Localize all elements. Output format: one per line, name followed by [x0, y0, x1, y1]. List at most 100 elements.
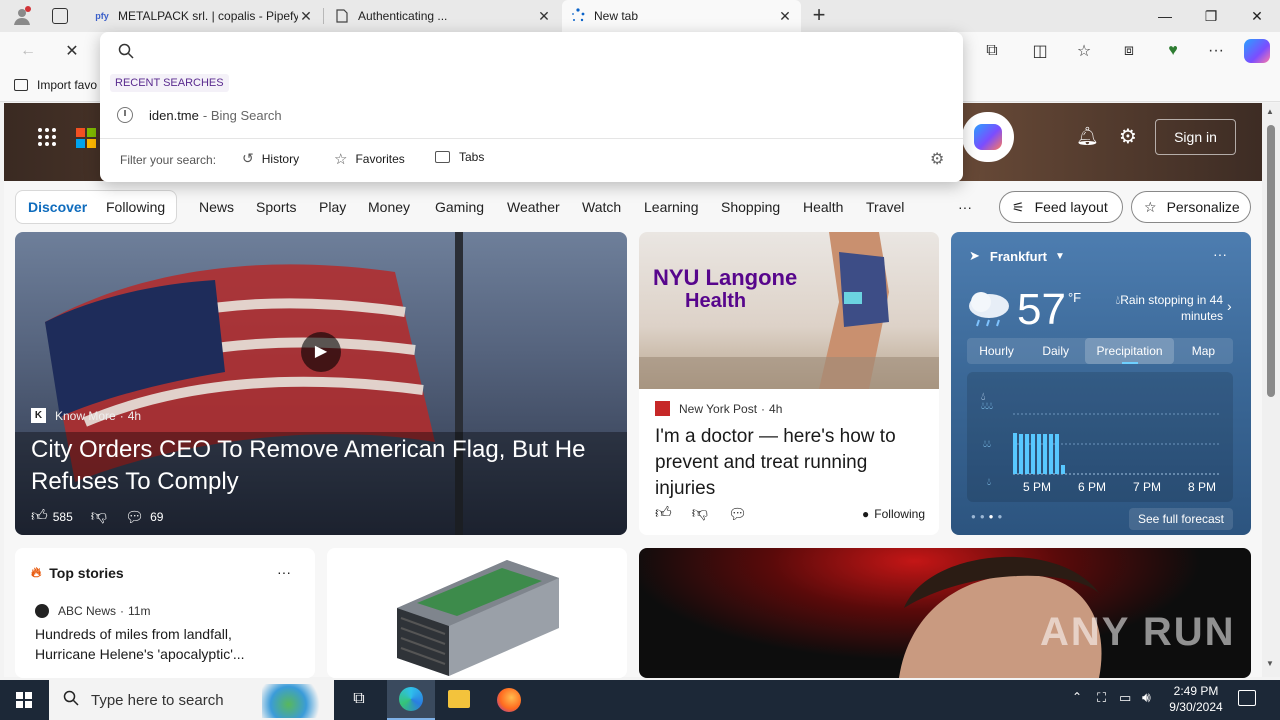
hero-headline[interactable]: City Orders CEO To Remove American Flag,…	[31, 434, 611, 498]
nav-money[interactable]: Money	[368, 191, 410, 223]
sign-in-button[interactable]: Sign in	[1155, 119, 1236, 155]
tab-pipefy[interactable]: pfy METALPACK srl. | copalis - Pipefy ✕	[86, 0, 322, 32]
nav-news[interactable]: News	[199, 191, 234, 223]
more-options-icon[interactable]: ···	[1204, 40, 1228, 62]
volume-icon[interactable]: 🔊︎	[1142, 689, 1151, 706]
copilot-icon[interactable]	[1244, 39, 1270, 63]
close-tab-icon[interactable]: ✕	[777, 8, 793, 25]
tab-new-tab[interactable]: New tab ✕	[562, 0, 801, 32]
nav-sports[interactable]: Sports	[256, 191, 296, 223]
nav-gaming[interactable]: Gaming	[435, 191, 484, 223]
like-icon[interactable]: 👍︎	[31, 507, 48, 526]
see-full-forecast-button[interactable]: See full forecast	[1129, 508, 1233, 530]
start-button[interactable]	[0, 680, 48, 720]
weather-tab-hourly[interactable]: Hourly	[967, 338, 1026, 364]
hero-story-card[interactable]: ▶ K Know More · 4h City Orders CEO To Re…	[15, 232, 627, 535]
network-icon[interactable]: ⛶	[1097, 690, 1106, 706]
play-button[interactable]: ▶	[301, 332, 341, 372]
story-card[interactable]: NYU Langone Health New York Post · 4h I'…	[639, 232, 939, 535]
scrollbar-thumb[interactable]	[1267, 125, 1275, 397]
tab-title: Authenticating ...	[358, 9, 448, 23]
show-hidden-icons[interactable]: ⌃	[1072, 690, 1082, 704]
nav-shopping[interactable]: Shopping	[721, 191, 780, 223]
dislike-icon[interactable]: 👎︎	[91, 507, 107, 526]
copilot-button[interactable]	[962, 112, 1014, 162]
extensions-icon[interactable]: ⧉	[980, 40, 1004, 62]
file-explorer-icon[interactable]	[448, 690, 470, 708]
back-icon[interactable]: ←	[16, 40, 40, 62]
settings-gear-icon[interactable]: ⚙	[930, 149, 944, 169]
dislike-icon[interactable]: 👎︎	[692, 504, 708, 523]
minimize-button[interactable]: —	[1142, 0, 1188, 32]
recent-query: iden.tme	[149, 107, 199, 123]
nav-play[interactable]: Play	[319, 191, 346, 223]
nav-learning[interactable]: Learning	[644, 191, 699, 223]
wifi-icon[interactable]: ▭	[1119, 690, 1131, 706]
comment-icon[interactable]: 💬︎	[728, 505, 747, 523]
app-launcher-icon[interactable]	[38, 128, 56, 146]
taskbar-search-box[interactable]: Type here to search	[49, 680, 334, 720]
edge-taskbar-icon[interactable]	[387, 680, 435, 720]
performance-icon[interactable]: ♥	[1161, 40, 1185, 62]
recent-search-item[interactable]: iden.tme - Bing Search	[100, 100, 963, 130]
scroll-down-icon[interactable]: ▼	[1266, 659, 1274, 668]
weather-card[interactable]: ➤ Frankfurt ▼ ··· 57 °F 💧︎Rain stopping …	[951, 232, 1251, 535]
history-clock-icon	[117, 107, 133, 123]
weather-tab-daily[interactable]: Daily	[1026, 338, 1085, 364]
chevron-right-icon[interactable]: ›	[1227, 298, 1232, 314]
stop-loading-icon[interactable]: ✕	[60, 40, 84, 62]
nav-travel[interactable]: Travel	[866, 191, 904, 223]
split-screen-icon[interactable]: ◫	[1028, 40, 1052, 62]
nav-more-button[interactable]: ···	[958, 191, 972, 223]
favorites-star-icon[interactable]: ☆	[1072, 40, 1096, 62]
tab-actions-icon[interactable]	[52, 8, 68, 24]
import-favorites-link[interactable]: Import favo	[14, 78, 97, 92]
filter-tabs-button[interactable]: Tabs	[435, 150, 484, 164]
weather-more-button[interactable]: ···	[1213, 246, 1227, 262]
new-tab-button[interactable]: +	[808, 2, 830, 28]
chevron-down-icon[interactable]: ▼	[1055, 251, 1065, 262]
tab-authenticating[interactable]: Authenticating ... ✕	[326, 0, 560, 32]
close-tab-icon[interactable]: ✕	[298, 8, 314, 25]
scroll-up-icon[interactable]: ▲	[1266, 107, 1274, 116]
profile-avatar-icon[interactable]	[12, 6, 32, 26]
story-headline[interactable]: I'm a doctor — here's how to prevent and…	[655, 424, 930, 502]
precipitation-chart: 💧︎ 💧︎💧︎💧︎ 💧︎💧︎ 💧︎ 5 PM 6 PM 7 PM 8 PM	[967, 372, 1233, 502]
settings-gear-icon[interactable]: ⚙	[1116, 124, 1140, 148]
address-input[interactable]	[144, 38, 944, 64]
collections-icon[interactable]: ⧈	[1117, 40, 1141, 62]
tab-following[interactable]: Following	[106, 191, 165, 223]
filter-favorites-button[interactable]: ☆ Favorites	[334, 150, 405, 168]
pipefy-favicon-icon: pfy	[95, 11, 109, 21]
nav-health[interactable]: Health	[803, 191, 843, 223]
temperature-unit: °F	[1067, 290, 1082, 305]
filter-history-button[interactable]: ↺ History	[242, 150, 299, 167]
task-view-icon[interactable]: ⧉	[349, 690, 369, 710]
page-scrollbar[interactable]: ▲ ▼	[1262, 103, 1280, 677]
like-icon[interactable]: 👍︎	[655, 504, 672, 523]
top-stories-more-button[interactable]: ···	[277, 564, 291, 580]
restore-button[interactable]: ❐	[1188, 0, 1234, 32]
feed-layout-button[interactable]: ⚟ Feed layout	[999, 191, 1123, 223]
carousel-dots[interactable]: ●●●●	[971, 512, 1006, 521]
comment-icon[interactable]: 💬︎	[125, 508, 144, 526]
weather-tab-map[interactable]: Map	[1174, 338, 1233, 364]
nav-watch[interactable]: Watch	[582, 191, 621, 223]
rain-alert: Rain stopping in 44 minutes	[1120, 293, 1223, 323]
weather-tab-precipitation[interactable]: Precipitation	[1085, 338, 1174, 364]
notification-center-icon[interactable]	[1238, 690, 1256, 706]
tab-discover[interactable]: Discover	[28, 191, 87, 223]
nav-weather[interactable]: Weather	[507, 191, 560, 223]
server-story-card[interactable]	[327, 548, 627, 678]
story-headline[interactable]: Hundreds of miles from landfall, Hurrica…	[35, 624, 255, 664]
personalize-button[interactable]: ☆ Personalize	[1131, 191, 1251, 223]
weather-city[interactable]: Frankfurt	[990, 249, 1047, 264]
search-highlight-image	[262, 684, 328, 718]
close-tab-icon[interactable]: ✕	[536, 8, 552, 25]
notifications-bell-icon[interactable]: 🔔︎	[1076, 126, 1099, 148]
following-label[interactable]: Following	[874, 507, 925, 521]
close-window-button[interactable]: ✕	[1234, 0, 1280, 32]
firefox-icon[interactable]	[497, 688, 521, 712]
source-name: ABC News	[58, 604, 117, 618]
clock[interactable]: 2:49 PM 9/30/2024	[1164, 683, 1228, 715]
